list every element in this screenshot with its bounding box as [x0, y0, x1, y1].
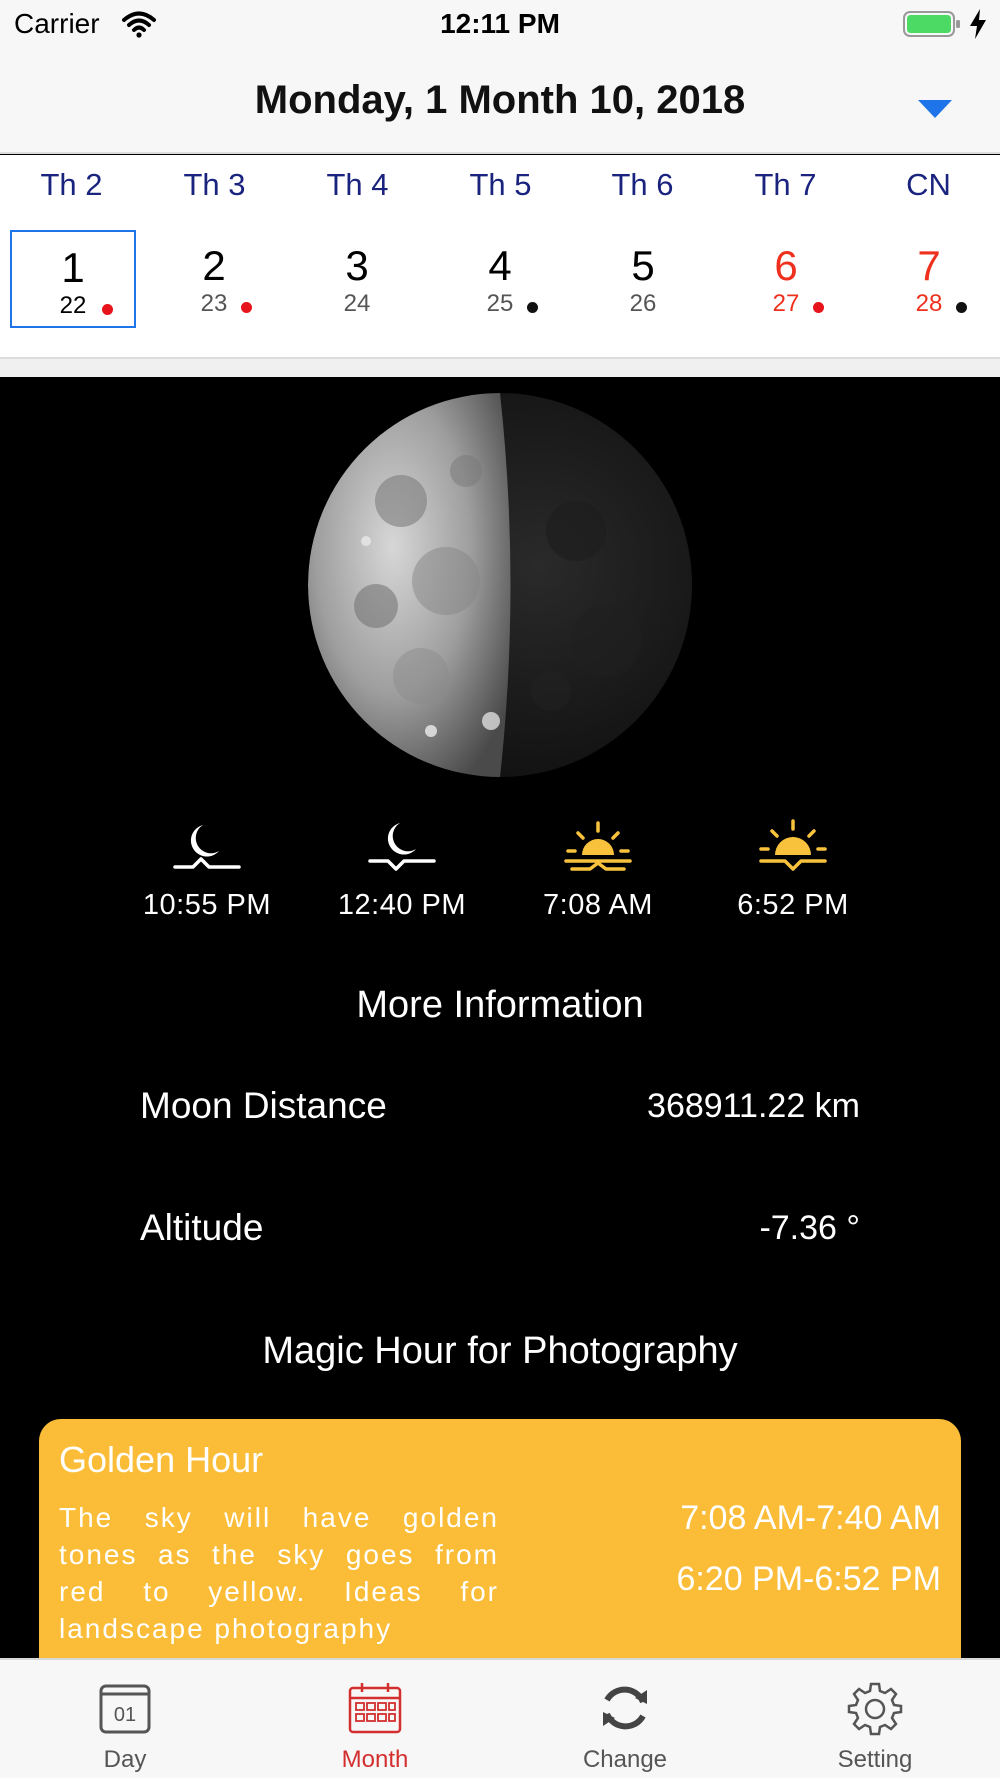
date-dropdown-icon[interactable]: [910, 88, 960, 128]
magic-hour-title: Magic Hour for Photography: [262, 1330, 738, 1372]
event-dot-black: [956, 302, 967, 313]
weekday-label: CN: [906, 167, 951, 202]
status-time: 12:11 PM: [440, 8, 560, 39]
sunrise-time: 7:08 AM: [543, 889, 653, 921]
day-number: 7: [917, 242, 941, 289]
moon-detail-panel: 10:55 PM 12:40 PM 7:08 AM 6:52 PM More I…: [0, 377, 1000, 1658]
lunar-day-number: 25: [486, 290, 514, 317]
golden-hour-morning-time: 7:08 AM-7:40 AM: [680, 1499, 941, 1537]
weekday-label: Th 3: [183, 167, 246, 202]
moonset-icon: [368, 823, 436, 871]
golden-hour-description: The sky will have golden tones as the sk…: [59, 1502, 499, 1644]
more-info-title: More Information: [356, 984, 644, 1026]
refresh-icon: [603, 1686, 647, 1730]
moonset-item: 12:40 PM: [312, 817, 492, 922]
weekday-row: Th 2 Th 3 Th 4 Th 5 Th 6 Th 7 CN: [0, 167, 1000, 213]
tab-label: Month: [341, 1746, 409, 1773]
day-number: 2: [202, 242, 226, 289]
tab-day[interactable]: 01 Day: [0, 1660, 250, 1778]
weekday-label: Th 2: [40, 167, 103, 202]
day-number: 4: [488, 242, 512, 289]
lunar-day-number: 28: [915, 290, 943, 317]
day-cell[interactable]: 7 28: [866, 230, 992, 328]
golden-hour-card[interactable]: Golden Hour The sky will have golden ton…: [39, 1419, 961, 1658]
moon-distance-label: Moon Distance: [140, 1085, 387, 1126]
golden-hour-evening-time: 6:20 PM-6:52 PM: [676, 1560, 941, 1598]
week-strip-divider: [0, 357, 1000, 377]
day-cell[interactable]: 3 24: [294, 230, 420, 328]
moon-phase-image: [308, 393, 692, 777]
sunset-icon: [759, 819, 827, 871]
moonset-time: 12:40 PM: [337, 889, 467, 921]
day-number: 6: [774, 242, 798, 289]
day-number: 3: [345, 242, 369, 289]
tab-month[interactable]: Month: [250, 1660, 500, 1778]
tab-label: Day: [103, 1746, 147, 1773]
golden-hour-title: Golden Hour: [59, 1439, 264, 1480]
charging-bolt-icon: [970, 9, 986, 39]
moon-distance-value: 368911.22 km: [647, 1087, 860, 1125]
weekday-label: Th 5: [469, 167, 532, 202]
page-title: Monday, 1 Month 10, 2018: [254, 78, 746, 122]
event-dot-red: [102, 304, 113, 315]
event-dot-red: [813, 302, 824, 313]
sunset-item: 6:52 PM: [703, 817, 883, 922]
event-dot-black: [527, 302, 538, 313]
lunar-day-number: 26: [629, 290, 657, 317]
moonrise-time: 10:55 PM: [142, 889, 272, 921]
gear-icon: [847, 1682, 903, 1736]
event-dot-red: [241, 302, 252, 313]
day-cell[interactable]: 5 26: [580, 230, 706, 328]
tab-setting[interactable]: Setting: [750, 1660, 1000, 1778]
status-bar: Carrier 12:11 PM: [0, 0, 1000, 52]
altitude-value: -7.36 °: [759, 1209, 860, 1247]
calendar-month-icon: [348, 1683, 402, 1734]
altitude-label: Altitude: [140, 1207, 264, 1248]
calendar-day-icon: 01: [99, 1684, 151, 1734]
lunar-day-number: 27: [772, 290, 800, 317]
weekday-label: Th 4: [326, 167, 389, 202]
moonrise-icon: [173, 825, 241, 869]
day-number: 1: [61, 244, 85, 291]
battery-icon: [903, 11, 960, 37]
lunar-day-number: 24: [343, 290, 371, 317]
day-cell[interactable]: 4 25: [437, 230, 563, 328]
sunrise-item: 7:08 AM: [508, 817, 688, 922]
header: Monday, 1 Month 10, 2018: [0, 52, 1000, 154]
lunar-day-number: 23: [200, 290, 228, 317]
sunrise-icon: [564, 821, 632, 871]
weekday-label: Th 7: [754, 167, 817, 202]
weekday-label: Th 6: [611, 167, 674, 202]
day-cell[interactable]: 2 23: [151, 230, 277, 328]
calendar-day-number: 01: [114, 1704, 136, 1726]
sunset-time: 6:52 PM: [737, 889, 849, 921]
day-cell[interactable]: 6 27: [723, 230, 849, 328]
day-number: 5: [631, 242, 655, 289]
tab-label: Change: [582, 1746, 668, 1773]
week-strip: Th 2 Th 3 Th 4 Th 5 Th 6 Th 7 CN 1 22 2 23 3…: [0, 155, 1000, 357]
lunar-day-number: 22: [59, 292, 87, 319]
tab-label: Setting: [837, 1746, 913, 1773]
day-cell[interactable]: 1 22: [10, 230, 136, 328]
tab-change[interactable]: Change: [500, 1660, 750, 1778]
tab-bar: 01 Day Month Change Setting: [0, 1658, 1000, 1778]
moonrise-item: 10:55 PM: [117, 817, 297, 922]
